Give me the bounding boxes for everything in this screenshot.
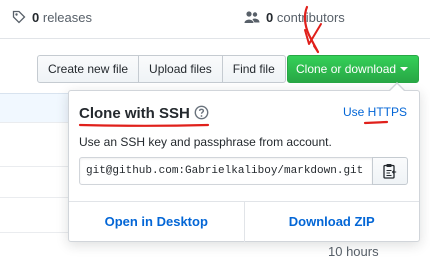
contributors-label: contributors — [276, 10, 345, 25]
contributors-link[interactable]: 0 contributors — [244, 10, 345, 25]
download-zip-button[interactable]: Download ZIP — [243, 202, 420, 242]
clone-popover-footer: Open in Desktop Download ZIP — [69, 201, 419, 242]
clone-title-text: Clone with SSH — [79, 105, 190, 122]
copy-to-clipboard-button[interactable] — [372, 157, 408, 185]
tag-icon — [12, 10, 26, 24]
contributors-count: 0 — [266, 10, 274, 25]
create-new-file-button[interactable]: Create new file — [37, 55, 140, 83]
clone-description: Use an SSH key and passphrase from accou… — [79, 135, 332, 149]
find-file-button[interactable]: Find file — [221, 55, 286, 83]
file-row — [0, 167, 70, 198]
use-https-link[interactable]: Use HTTPS — [343, 105, 407, 119]
clipboard-icon — [383, 164, 397, 179]
question-circle-icon[interactable] — [194, 105, 209, 120]
clone-or-download-label: Clone or download — [296, 62, 397, 76]
clone-url-input[interactable] — [79, 157, 373, 185]
file-actions-group: Create new file Upload files Find file — [37, 55, 286, 83]
caret-down-icon — [400, 67, 409, 71]
file-age-timestamp: 10 hours — [328, 244, 379, 259]
open-in-desktop-button[interactable]: Open in Desktop — [69, 202, 244, 242]
clone-url-group — [79, 157, 408, 185]
clone-popover: Clone with SSH Use HTTPS Use an SSH key … — [68, 82, 420, 242]
releases-count: 0 — [32, 10, 40, 25]
clone-title: Clone with SSH — [79, 105, 209, 122]
repo-stats-bar: 0 releases 0 contributors — [0, 0, 430, 39]
people-icon — [244, 11, 260, 23]
clone-or-download-button[interactable]: Clone or download — [287, 55, 419, 83]
upload-files-button[interactable]: Upload files — [138, 55, 223, 83]
popover-arrow-fill — [390, 84, 404, 91]
file-row — [0, 122, 70, 167]
releases-link[interactable]: 0 releases — [12, 10, 92, 25]
releases-label: releases — [42, 10, 92, 25]
file-row — [0, 198, 70, 233]
commit-tease-row — [0, 93, 70, 123]
